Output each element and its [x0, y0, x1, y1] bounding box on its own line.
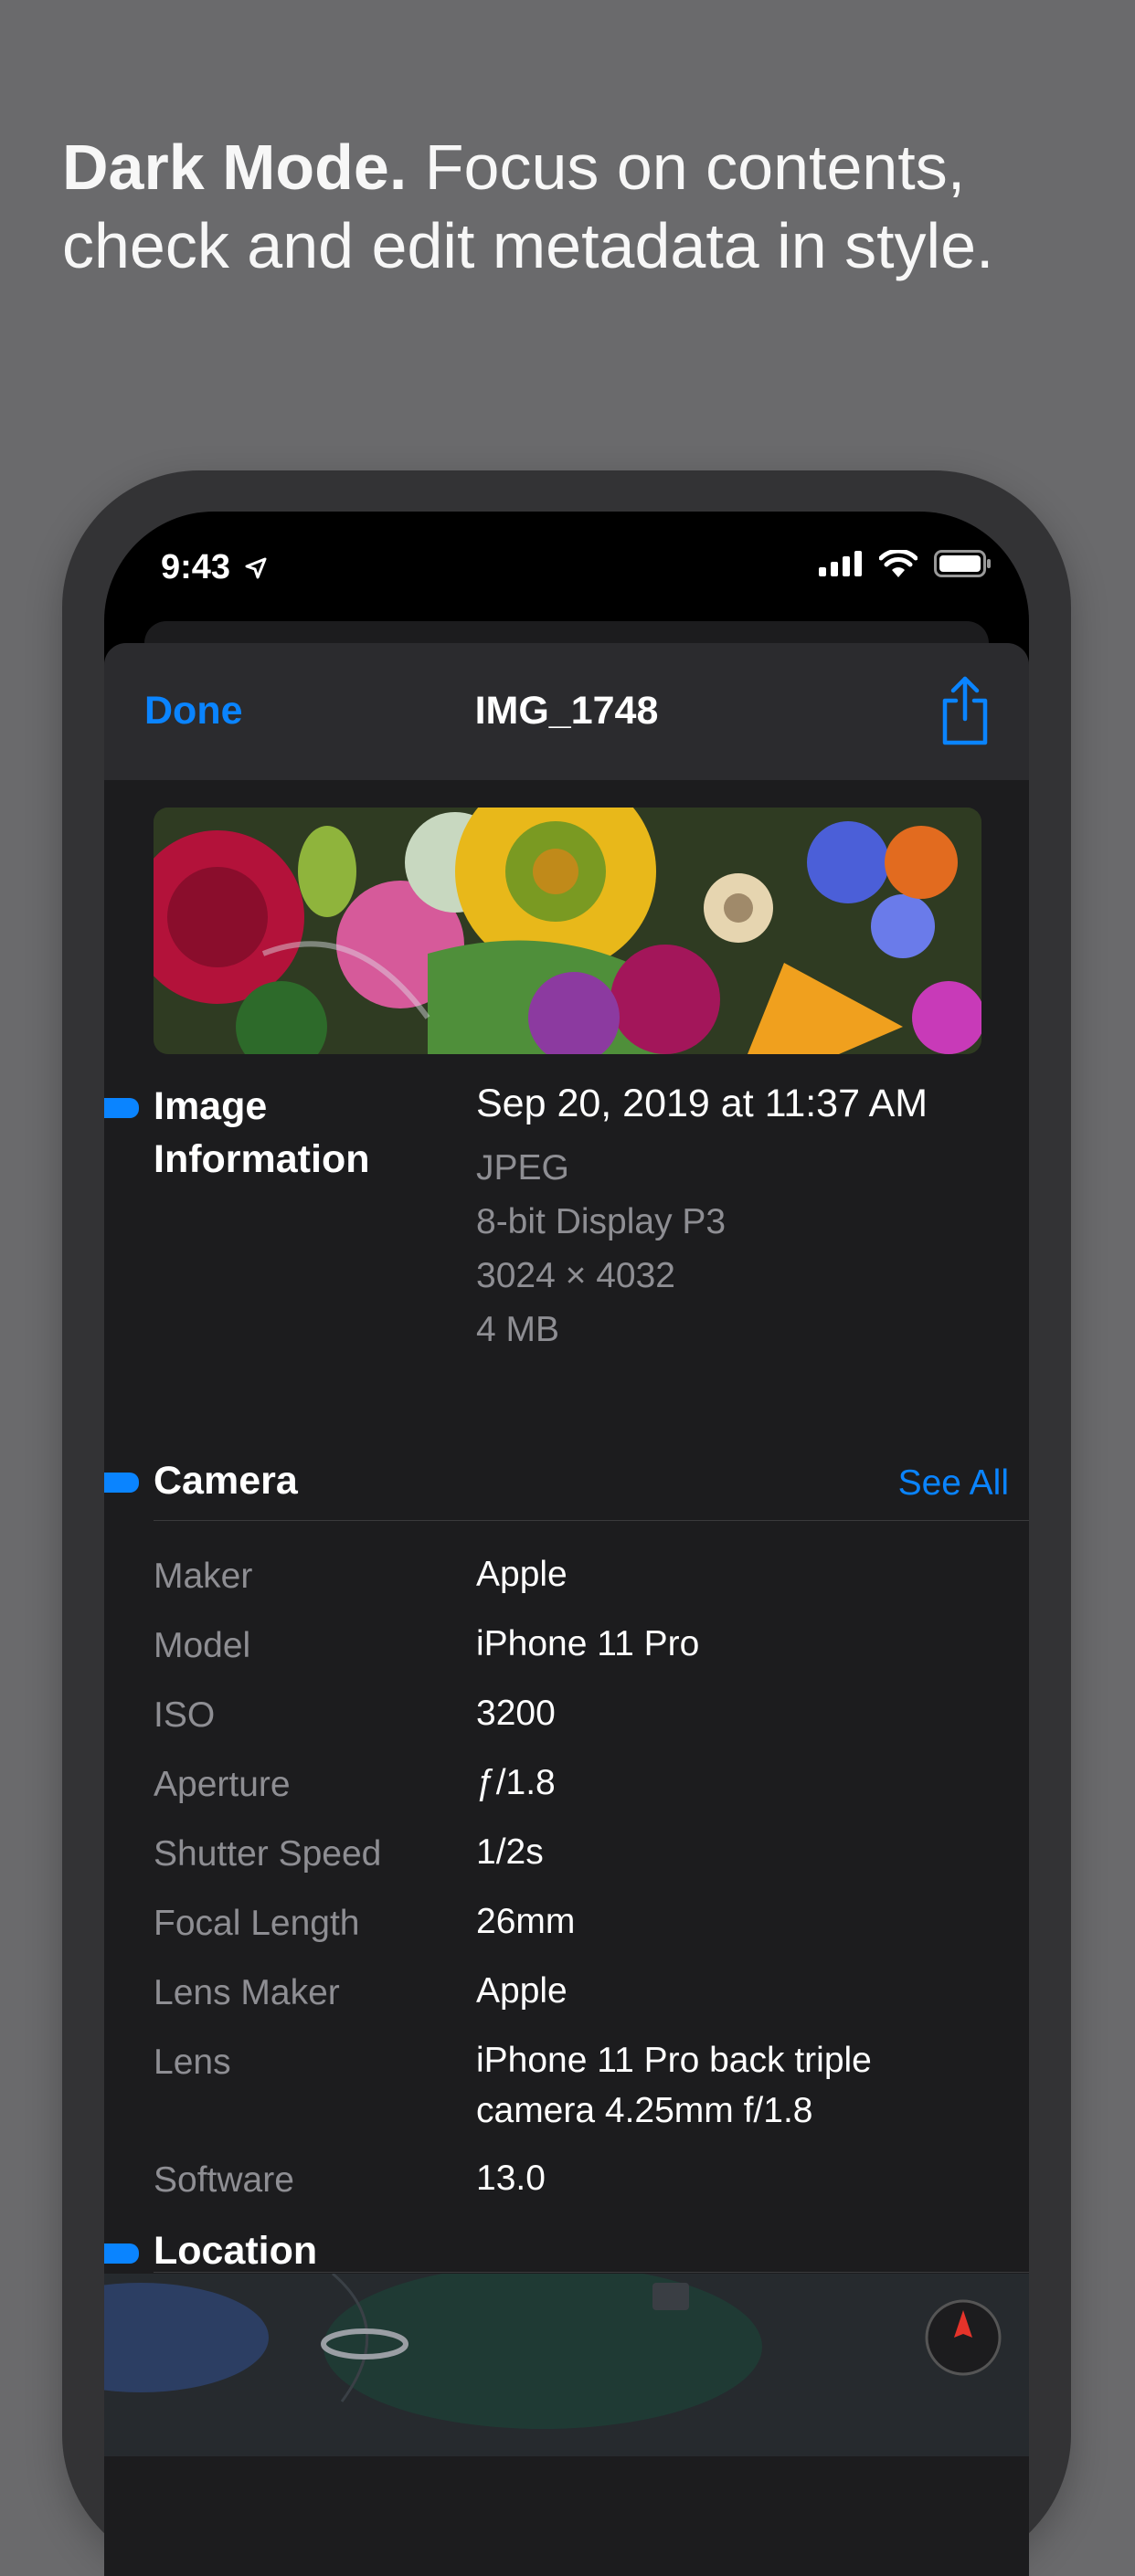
camera-row-value: 3200	[476, 1694, 556, 1733]
location-divider	[154, 2272, 1029, 2273]
camera-row-label: Shutter Speed	[154, 1834, 382, 1874]
location-title: Location	[154, 2229, 318, 2273]
cellular-signal-icon	[819, 551, 862, 576]
map-image	[104, 2274, 1029, 2456]
metadata-sheet: Done IMG_1748 Image Information Sep 20, …	[104, 643, 1029, 2576]
camera-title: Camera	[154, 1459, 298, 1503]
image-dimensions: 3024 × 4032	[476, 1256, 675, 1295]
camera-row-label: Focal Length	[154, 1904, 360, 1943]
camera-row-label: Software	[154, 2160, 294, 2200]
camera-row-value: iPhone 11 Pro back triple camera 4.25mm …	[476, 2041, 872, 2130]
phone-screen: 9:43 Done IMG_1748 Image Information Sep…	[104, 512, 1029, 2576]
image-file-size: 4 MB	[476, 1310, 560, 1349]
status-time-text: 9:43	[161, 548, 231, 586]
image-color-profile: 8-bit Display P3	[476, 1202, 727, 1241]
location-arrow-icon	[245, 557, 267, 579]
camera-row-label: ISO	[154, 1695, 216, 1735]
camera-divider	[154, 1520, 1029, 1521]
camera-marker	[104, 1473, 139, 1493]
image-format: JPEG	[476, 1148, 569, 1188]
camera-row-value: ƒ/1.8	[476, 1763, 556, 1802]
status-icons	[819, 550, 992, 577]
camera-row-label: Lens	[154, 2043, 231, 2082]
phone-frame: 9:43 Done IMG_1748 Image Information Sep…	[62, 470, 1071, 2576]
wifi-icon	[879, 550, 918, 577]
camera-row-label: Lens Maker	[154, 1973, 340, 2012]
camera-row-label: Model	[154, 1626, 251, 1665]
camera-row-value: 1/2s	[476, 1832, 544, 1872]
camera-row-label: Maker	[154, 1557, 253, 1596]
camera-row-value: Apple	[476, 1971, 568, 2011]
image-date: Sep 20, 2019 at 11:37 AM	[476, 1082, 928, 1125]
location-marker	[104, 2243, 139, 2264]
image-info-marker	[104, 1098, 139, 1118]
camera-row-value: Apple	[476, 1555, 568, 1594]
camera-row-value: 13.0	[476, 2159, 546, 2198]
battery-icon	[934, 550, 991, 577]
camera-row-value: 26mm	[476, 1902, 576, 1941]
compass-icon[interactable]	[927, 2301, 1000, 2374]
photo-preview[interactable]	[154, 808, 981, 1054]
promo-headline: Dark Mode. Focus on contents, check and …	[62, 128, 1086, 285]
nav-title: IMG_1748	[474, 689, 659, 733]
status-time: 9:43	[161, 548, 268, 587]
see-all-button[interactable]: See All	[898, 1463, 1009, 1504]
location-map[interactable]	[104, 2274, 1029, 2456]
share-icon[interactable]	[938, 675, 992, 748]
headline-bold: Dark Mode.	[62, 132, 408, 203]
camera-row-label: Aperture	[154, 1765, 291, 1804]
navigation-bar: Done IMG_1748	[104, 643, 1029, 780]
flowers-photo-image	[154, 808, 981, 1054]
status-bar: 9:43	[104, 512, 1029, 639]
image-info-title: Image Information	[154, 1084, 370, 1181]
camera-row-value: iPhone 11 Pro	[476, 1624, 700, 1663]
